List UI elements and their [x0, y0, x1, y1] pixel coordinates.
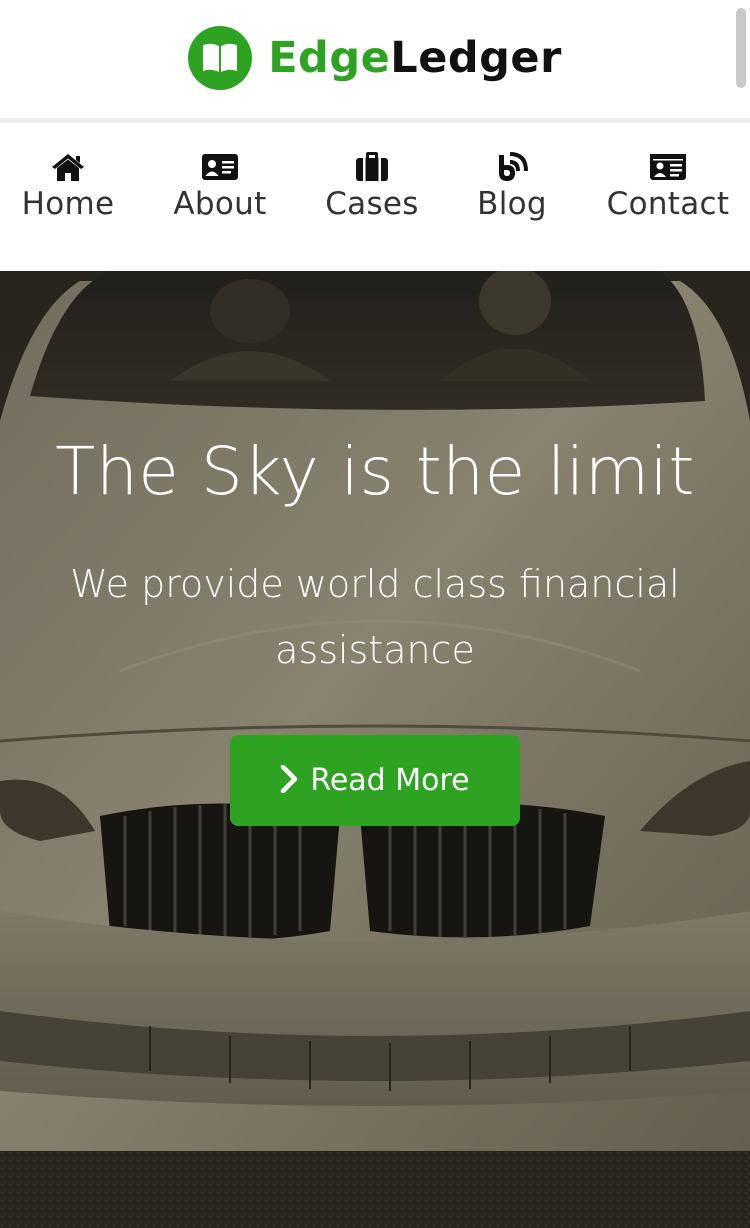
id-card-icon: [201, 151, 239, 183]
nav-item-about[interactable]: About: [172, 151, 268, 220]
rss-icon: [495, 151, 529, 183]
main-nav: Home About Cases Blog Contact: [0, 123, 750, 271]
brand-name-edge: Edge: [268, 32, 391, 83]
brand-name: EdgeLedger: [268, 36, 562, 80]
nav-label-home: Home: [21, 186, 115, 222]
book-icon: [188, 26, 253, 90]
hero-section: The Sky is the limit We provide world cl…: [0, 271, 750, 1228]
read-more-button[interactable]: Read More: [230, 735, 520, 826]
brand-name-ledger: Ledger: [390, 32, 562, 83]
home-icon: [50, 151, 86, 183]
nav-item-cases[interactable]: Cases: [324, 151, 420, 220]
nav-label-about: About: [173, 186, 267, 222]
scrollbar[interactable]: [736, 8, 746, 88]
hero-title: The Sky is the limit: [55, 433, 695, 510]
hero-subtitle: We provide world class financial assista…: [70, 562, 680, 672]
read-more-label: Read More: [310, 762, 470, 798]
contact-card-icon: [649, 151, 687, 183]
nav-item-home[interactable]: Home: [21, 151, 115, 220]
nav-label-blog: Blog: [477, 186, 547, 222]
nav-item-blog[interactable]: Blog: [476, 151, 548, 220]
nav-item-contact[interactable]: Contact: [605, 151, 731, 220]
nav-label-cases: Cases: [325, 186, 419, 222]
chevron-right-icon: [280, 764, 298, 797]
briefcase-icon: [355, 151, 389, 183]
nav-label-contact: Contact: [606, 186, 730, 222]
brand-logo[interactable]: EdgeLedger: [188, 26, 562, 90]
site-header: EdgeLedger: [0, 0, 750, 118]
